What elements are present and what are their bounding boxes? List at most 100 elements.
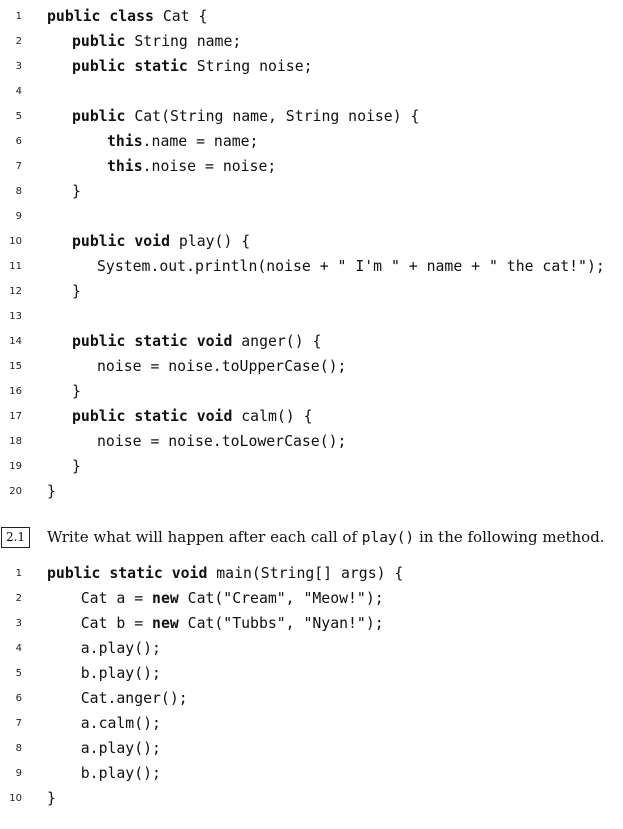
class-code-line-4: 4 [0, 79, 623, 104]
code-text: } [72, 179, 81, 204]
code-token: Cat(String name, String noise) { [125, 108, 420, 125]
line-number: 7 [15, 161, 22, 172]
code-token: } [72, 183, 81, 200]
keyword: public class [47, 8, 154, 25]
code-token: } [47, 790, 56, 807]
code-text: public static void anger() { [72, 329, 321, 354]
class-code-line-9: 9 [0, 204, 623, 229]
class-code-line-12: 12} [0, 279, 623, 304]
line-number: 8 [15, 186, 22, 197]
code-text: System.out.println(noise + " I'm " + nam… [97, 254, 605, 279]
code-text: } [72, 279, 81, 304]
line-number: 10 [9, 793, 22, 804]
code-text: Cat a = new Cat("Cream", "Meow!"); [81, 586, 384, 611]
line-number: 7 [15, 718, 22, 729]
line-number: 3 [15, 61, 22, 72]
code-token: System.out.println(noise + " I'm " + nam… [97, 258, 605, 275]
line-number: 9 [15, 768, 22, 779]
class-code-line-11: 11 System.out.println(noise + " I'm " + n… [0, 254, 623, 279]
question-text: Write what will happen after each call o… [47, 526, 605, 549]
line-number: 6 [15, 693, 22, 704]
main-code-line-4: 4 a.play(); [0, 636, 623, 661]
main-code-line-2: 2 Cat a = new Cat("Cream", "Meow!"); [0, 586, 623, 611]
line-number: 17 [9, 411, 22, 422]
code-token: noise = noise.toLowerCase(); [97, 433, 347, 450]
keyword: public void [72, 233, 170, 250]
keyword: public static [72, 58, 188, 75]
code-text: } [72, 379, 81, 404]
keyword: public [72, 108, 126, 125]
code-token: Cat b = [80, 615, 153, 632]
code-token: a.calm(); [80, 715, 161, 732]
line-number: 5 [15, 668, 22, 679]
code-token: } [72, 383, 81, 400]
class-code-line-6: 6 this.name = name; [0, 129, 623, 154]
class-code-line-2: 2 public String name; [0, 29, 623, 54]
main-code-line-1: 1 public static void main(String[] args) … [0, 561, 623, 586]
class-code-line-5: 5 public Cat(String name, String noise) { [0, 104, 623, 129]
class-code-line-8: 8} [0, 179, 623, 204]
code-token: String name; [125, 33, 242, 50]
code-token: play() { [170, 233, 251, 250]
code-text: a.calm(); [81, 711, 161, 736]
line-number: 20 [9, 486, 22, 497]
code-text: public Cat(String name, String noise) { [72, 104, 419, 129]
line-number: 1 [15, 11, 22, 22]
code-text: } [47, 786, 56, 811]
main-code-line-7: 7 a.calm(); [0, 711, 623, 736]
code-token: String noise; [187, 58, 313, 75]
code-token: .name = name; [142, 133, 259, 150]
code-text: noise = noise.toLowerCase(); [97, 429, 346, 454]
class-code-line-17: 17 public static void calm() { [0, 404, 623, 429]
line-number: 16 [9, 386, 22, 397]
class-code-line-7: 7 this.noise = noise; [0, 154, 623, 179]
main-code-line-5: 5 b.play(); [0, 661, 623, 686]
line-number: 11 [9, 261, 22, 272]
main-code-line-6: 6 Cat.anger(); [0, 686, 623, 711]
code-token: a.play(); [80, 740, 161, 757]
main-code-line-8: 8 a.play(); [0, 736, 623, 761]
code-text: public String name; [72, 29, 241, 54]
code-text: a.play(); [81, 636, 161, 661]
code-token: } [47, 483, 56, 500]
keyword: new [152, 615, 179, 632]
line-number: 19 [9, 461, 22, 472]
code-text: } [72, 454, 81, 479]
class-code-line-16: 16} [0, 379, 623, 404]
question-number-box: 2.1 [1, 527, 30, 548]
keyword: public static void [47, 565, 208, 582]
code-token: } [72, 283, 81, 300]
code-token: anger() { [232, 333, 322, 350]
class-code-line-15: 15 noise = noise.toUpperCase(); [0, 354, 623, 379]
main-code-line-10: 10} [0, 786, 623, 811]
class-code-line-10: 10 public void play() { [0, 229, 623, 254]
line-number: 3 [15, 618, 22, 629]
code-token: b.play(); [80, 665, 161, 682]
line-number: 8 [15, 743, 22, 754]
question-text-after: in the following method. [414, 528, 605, 546]
line-number: 12 [9, 286, 22, 297]
code-token: a.play(); [80, 640, 161, 657]
code-token: b.play(); [80, 765, 161, 782]
line-number: 2 [15, 593, 22, 604]
code-token: Cat { [153, 8, 208, 25]
code-text: this.name = name; [107, 129, 258, 154]
code-text: this.noise = noise; [107, 154, 276, 179]
keyword: public static void [72, 408, 233, 425]
class-code-line-18: 18 noise = noise.toLowerCase(); [0, 429, 623, 454]
class-code-line-20: 20} [0, 479, 623, 504]
code-text: a.play(); [81, 736, 161, 761]
code-text: public static String noise; [72, 54, 313, 79]
line-number: 13 [9, 311, 22, 322]
code-text: public class Cat { [47, 4, 207, 29]
line-number: 6 [15, 136, 22, 147]
code-token: noise = noise.toUpperCase(); [97, 358, 347, 375]
question-2-1: 2.1 Write what will happen after each ca… [0, 524, 623, 552]
code-token: Cat("Cream", "Meow!"); [178, 590, 384, 607]
code-token: .noise = noise; [142, 158, 277, 175]
code-text: noise = noise.toUpperCase(); [97, 354, 346, 379]
main-code-line-9: 9 b.play(); [0, 761, 623, 786]
main-code-line-3: 3 Cat b = new Cat("Tubbs", "Nyan!"); [0, 611, 623, 636]
code-text: } [47, 479, 56, 504]
keyword: public static void [72, 333, 233, 350]
